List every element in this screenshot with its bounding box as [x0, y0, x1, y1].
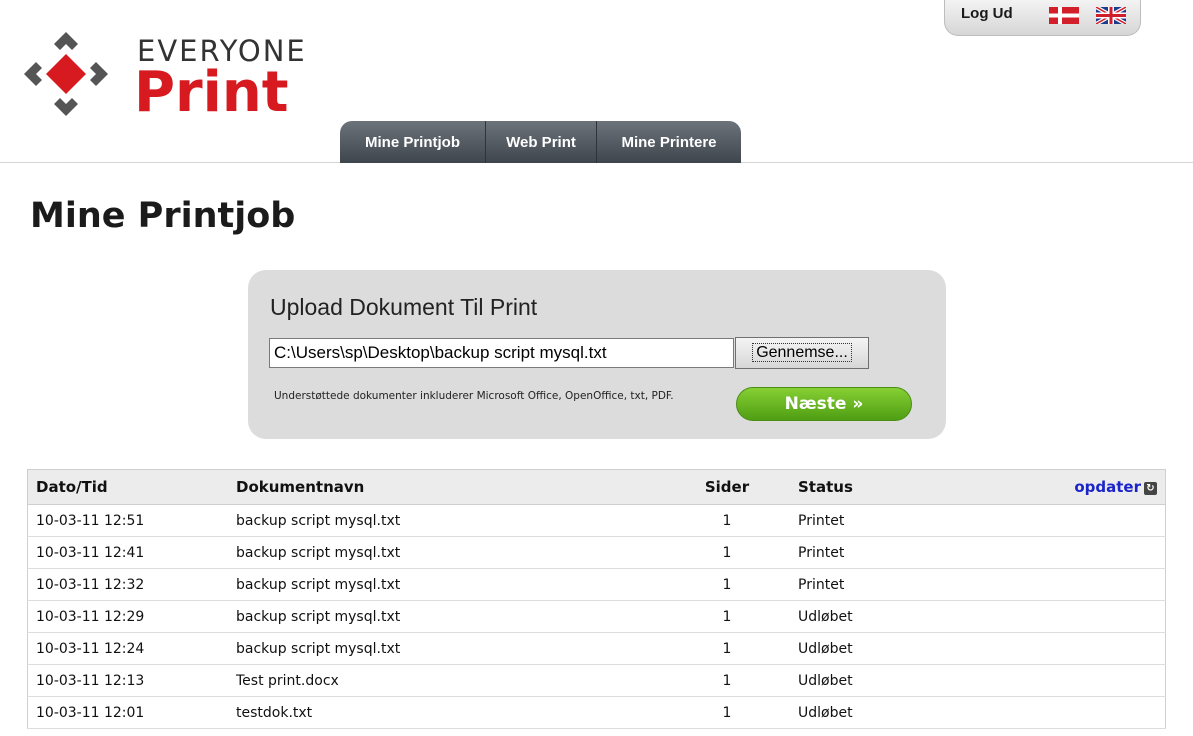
table-row[interactable]: 10-03-11 12:24 backup script mysql.txt 1…: [27, 632, 1166, 665]
cell-status: Udløbet: [790, 600, 966, 633]
cell-date: 10-03-11 12:29: [27, 600, 228, 633]
cell-pages: 1: [664, 696, 790, 729]
print-jobs-table: Dato/Tid Dokumentnavn Sider Status opdat…: [27, 469, 1166, 729]
cell-document: testdok.txt: [228, 696, 664, 729]
cell-document: Test print.docx: [228, 664, 664, 697]
header-date[interactable]: Dato/Tid: [27, 469, 228, 505]
tab-web-print[interactable]: Web Print: [486, 121, 597, 163]
cell-pages: 1: [664, 504, 790, 537]
next-button[interactable]: Næste »: [736, 387, 912, 421]
header-pages[interactable]: Sider: [664, 469, 790, 505]
cell-pages: 1: [664, 600, 790, 633]
top-bar: Log Ud: [944, 0, 1141, 36]
table-row[interactable]: 10-03-11 12:01 testdok.txt 1 Udløbet: [27, 696, 1166, 729]
cell-document: backup script mysql.txt: [228, 536, 664, 569]
cell-empty: [966, 632, 1166, 665]
cell-document: backup script mysql.txt: [228, 600, 664, 633]
table-row[interactable]: 10-03-11 12:41 backup script mysql.txt 1…: [27, 536, 1166, 569]
cell-document: backup script mysql.txt: [228, 504, 664, 537]
cell-date: 10-03-11 12:13: [27, 664, 228, 697]
header-document[interactable]: Dokumentnavn: [228, 469, 664, 505]
cell-status: Printet: [790, 568, 966, 601]
cell-empty: [966, 536, 1166, 569]
cell-status: Udløbet: [790, 696, 966, 729]
danish-flag-icon[interactable]: [1049, 7, 1079, 24]
browse-button-label: Gennemse...: [752, 343, 852, 362]
table-row[interactable]: 10-03-11 12:13 Test print.docx 1 Udløbet: [27, 664, 1166, 697]
logo-text-print: Print: [134, 60, 289, 125]
cell-status: Udløbet: [790, 664, 966, 697]
table-header-row: Dato/Tid Dokumentnavn Sider Status opdat…: [27, 469, 1166, 505]
main-nav: Mine Printjob Web Print Mine Printere: [340, 121, 741, 163]
cell-document: backup script mysql.txt: [228, 568, 664, 601]
tab-mine-printjob[interactable]: Mine Printjob: [340, 121, 486, 163]
logo[interactable]: EVERYONE Print: [16, 24, 316, 125]
cell-empty: [966, 600, 1166, 633]
header-status[interactable]: Status: [790, 469, 966, 505]
cell-date: 10-03-11 12:51: [27, 504, 228, 537]
logo-icon: [24, 32, 108, 116]
cell-pages: 1: [664, 536, 790, 569]
cell-pages: 1: [664, 568, 790, 601]
cell-empty: [966, 696, 1166, 729]
cell-pages: 1: [664, 632, 790, 665]
cell-date: 10-03-11 12:32: [27, 568, 228, 601]
upload-panel: Upload Dokument Til Print Gennemse... Un…: [248, 270, 946, 439]
page-title: Mine Printjob: [30, 196, 296, 236]
cell-status: Printet: [790, 536, 966, 569]
cell-document: backup script mysql.txt: [228, 632, 664, 665]
cell-date: 10-03-11 12:01: [27, 696, 228, 729]
cell-empty: [966, 568, 1166, 601]
cell-status: Printet: [790, 504, 966, 537]
table-row[interactable]: 10-03-11 12:29 backup script mysql.txt 1…: [27, 600, 1166, 633]
cell-empty: [966, 664, 1166, 697]
table-row[interactable]: 10-03-11 12:51 backup script mysql.txt 1…: [27, 504, 1166, 537]
cell-date: 10-03-11 12:41: [27, 536, 228, 569]
cell-pages: 1: [664, 664, 790, 697]
cell-empty: [966, 504, 1166, 537]
refresh-cell: opdater ↻: [966, 469, 1166, 505]
cell-date: 10-03-11 12:24: [27, 632, 228, 665]
supported-formats-text: Understøttede dokumenter inkluderer Micr…: [274, 390, 674, 402]
tab-mine-printere[interactable]: Mine Printere: [597, 121, 741, 163]
table-row[interactable]: 10-03-11 12:32 backup script mysql.txt 1…: [27, 568, 1166, 601]
refresh-link[interactable]: opdater: [1074, 478, 1141, 496]
upload-title: Upload Dokument Til Print: [270, 294, 538, 320]
header: EVERYONE Print Log Ud Mine Printjob Web …: [0, 0, 1193, 163]
uk-flag-icon[interactable]: [1096, 7, 1126, 24]
refresh-icon[interactable]: ↻: [1144, 482, 1157, 495]
browse-button[interactable]: Gennemse...: [735, 337, 869, 369]
file-path-input[interactable]: [269, 338, 734, 368]
cell-status: Udløbet: [790, 632, 966, 665]
logout-link[interactable]: Log Ud: [961, 5, 1013, 22]
